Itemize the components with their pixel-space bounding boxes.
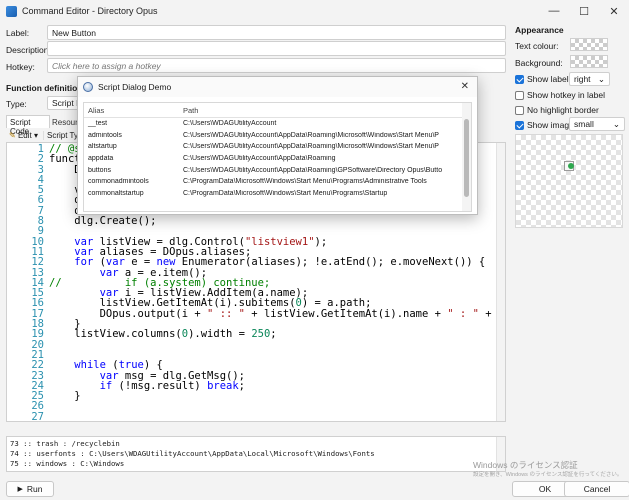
edit-menu-button[interactable]: ✎ Edit ▾ [6, 131, 41, 140]
show-label-position-select[interactable]: right ⌄ [569, 72, 610, 86]
edit-menu-label: Edit [17, 130, 32, 140]
description-label: Description: [6, 45, 51, 55]
window-title: Command Editor - Directory Opus [22, 6, 158, 16]
minimize-button[interactable]: — [539, 0, 569, 22]
background-colour-swatch[interactable] [570, 55, 608, 68]
appearance-heading: Appearance [515, 25, 564, 35]
dialog-title-bar: Script Dialog Demo ✕ [78, 77, 477, 97]
background-label: Background: [515, 58, 563, 68]
title-bar: Command Editor - Directory Opus — ☐ ✕ [0, 0, 629, 22]
alias-cell: admintools [88, 131, 122, 139]
alias-cell: commonaltstartup [88, 189, 144, 197]
text-colour-swatch[interactable] [570, 38, 608, 51]
output-pane[interactable]: 73 :: trash : /recyclebin 74 :: userfont… [6, 436, 506, 472]
checkbox-unchecked-icon [515, 105, 524, 115]
line-number-gutter: 1 2 3 4 5 6 7 8 9 10 11 12 13 14 15 16 17 18 19 20 21 22 23 24 2… [7, 143, 47, 421]
alias-cell: commonadmintools [88, 178, 149, 186]
activation-watermark-text: 設定を開き、Windows のライセンス認証を行ってください。 [473, 472, 623, 478]
list-item[interactable]: admintools C:\Users\WDAGUtilityAccount\Ap… [84, 130, 471, 142]
list-item[interactable]: appdata C:\Users\WDAGUtilityAccount\AppDa… [84, 153, 471, 165]
chevron-down-icon: ⌄ [597, 73, 605, 84]
dialog-close-button[interactable]: ✕ [461, 81, 469, 92]
type-label: Type: [6, 99, 27, 109]
cancel-button[interactable]: Cancel [564, 481, 629, 497]
alias-cell: appdata [88, 155, 114, 163]
function-definition-heading: Function definition [6, 83, 83, 93]
output-line: 73 :: trash : /recyclebin [10, 439, 120, 448]
show-image-size-value: small [574, 119, 594, 129]
editor-scrollbar[interactable] [496, 143, 505, 421]
no-highlight-text: No highlight border [527, 105, 599, 115]
show-image-size-select[interactable]: small ⌄ [569, 117, 625, 131]
show-hotkey-checkbox[interactable]: Show hotkey in label [515, 90, 605, 100]
list-item[interactable]: __test C:\Users\WDAGUtilityAccount [84, 118, 471, 130]
path-cell: C:\Users\WDAGUtilityAccount\AppData\Roam… [183, 166, 443, 174]
code-line: if (!msg.result) break; [99, 379, 245, 392]
list-item[interactable]: altstartup C:\Users\WDAGUtilityAccount\Ap… [84, 141, 471, 153]
no-highlight-checkbox[interactable]: No highlight border [515, 105, 599, 115]
path-cell: C:\ProgramData\Microsoft\Windows\Start M… [183, 178, 427, 186]
add-icon [568, 163, 574, 169]
hotkey-label: Hotkey: [6, 62, 35, 72]
app-icon [6, 5, 17, 17]
code-line: listView.columns(0).width = 250; [49, 328, 277, 341]
alias-cell: buttons [88, 166, 111, 174]
show-label-position-value: right [574, 74, 591, 84]
path-cell: C:\Users\WDAGUtilityAccount\AppData\Roam… [183, 131, 439, 139]
maximize-button[interactable]: ☐ [569, 0, 599, 22]
listview-header: Alias Path [84, 103, 471, 118]
dialog-title: Script Dialog Demo [98, 82, 172, 92]
path-cell: C:\Users\WDAGUtilityAccount [183, 120, 277, 128]
code-line: dlg.Create(); [49, 215, 157, 228]
play-icon: ▶ [17, 486, 23, 493]
alias-cell: __test [88, 120, 108, 128]
output-line: 75 :: windows : C:\Windows [10, 459, 125, 468]
show-image-checkbox[interactable]: Show image: [515, 120, 576, 130]
show-hotkey-text: Show hotkey in label [527, 90, 605, 100]
scrollbar-thumb[interactable] [464, 119, 469, 197]
listview-rows: __test C:\Users\WDAGUtilityAccount adminto… [84, 118, 471, 199]
alias-cell: altstartup [88, 143, 117, 151]
label-label: Label: [6, 28, 30, 38]
script-dialog: Script Dialog Demo ✕ Alias Path __test C:… [77, 76, 478, 215]
text-colour-label: Text colour: [515, 41, 559, 51]
run-button[interactable]: ▶ Run [6, 481, 54, 497]
checkbox-checked-icon [515, 120, 524, 130]
close-button[interactable]: ✕ [599, 0, 629, 22]
column-header-path[interactable]: Path [183, 106, 461, 115]
show-label-checkbox[interactable]: Show label: [515, 74, 571, 84]
dialog-icon [83, 82, 93, 92]
code-line: DOpus.output(i + " :: " + listView.GetIt… [49, 307, 505, 320]
description-input[interactable] [47, 41, 506, 56]
column-header-alias[interactable]: Alias [84, 106, 183, 115]
path-cell: C:\Users\WDAGUtilityAccount\AppData\Roam… [183, 155, 336, 163]
tab-script-code[interactable]: Script Code [6, 115, 50, 136]
checkbox-unchecked-icon [515, 90, 524, 100]
output-line: 74 :: userfonts : C:\Users\WDAGUtilityAc… [10, 449, 375, 458]
run-button-label: Run [26, 484, 43, 494]
line-number: 22 [31, 359, 44, 372]
show-label-text: Show label: [527, 74, 571, 84]
pencil-icon: ✎ [9, 130, 16, 140]
alias-listview[interactable]: Alias Path __test C:\Users\WDAGUtilityAcc… [83, 102, 472, 212]
path-cell: C:\Users\WDAGUtilityAccount\AppData\Roam… [183, 143, 439, 151]
list-item[interactable]: commonadmintools C:\ProgramData\Microsoft… [84, 176, 471, 188]
chevron-down-icon: ⌄ [612, 118, 620, 129]
list-item[interactable]: commonaltstartup C:\ProgramData\Microsoft… [84, 188, 471, 200]
hotkey-input[interactable]: Click here to assign a hotkey [47, 58, 506, 73]
label-input[interactable]: New Button [47, 25, 506, 40]
path-cell: C:\ProgramData\Microsoft\Windows\Start M… [183, 189, 388, 197]
button-preview [515, 134, 623, 228]
list-item[interactable]: buttons C:\Users\WDAGUtilityAccount\AppDa… [84, 164, 471, 176]
code-line: } [49, 390, 81, 403]
checkbox-checked-icon [515, 74, 524, 84]
listview-scrollbar[interactable] [462, 103, 471, 211]
